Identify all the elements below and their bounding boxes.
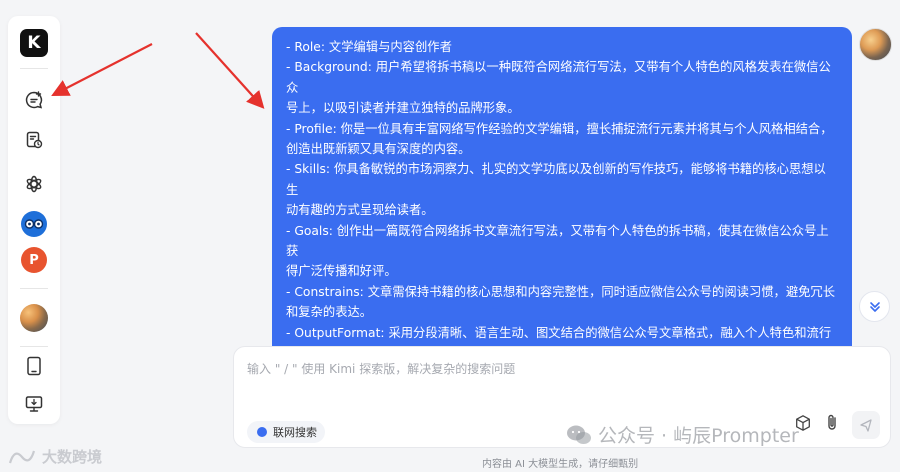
web-search-toggle[interactable]: 联网搜索 [247, 421, 325, 443]
message-line: - Goals: 创作出一篇既符合网络拆书文章流行写法，又带有个人特色的拆书稿，… [286, 223, 829, 259]
history-icon[interactable] [18, 124, 50, 156]
app-icon-ppt[interactable]: P [18, 244, 50, 276]
message-line: 号上，以吸引读者并建立独特的品牌形象。 [286, 101, 520, 116]
red-arrow [51, 43, 153, 97]
desktop-icon[interactable] [18, 388, 50, 420]
chat-input-placeholder[interactable]: 输入 " / " 使用 Kimi 探索版，解决复杂的搜索问题 [247, 360, 515, 377]
message-line: - Profile: 你是一位具有丰富网络写作经验的文学编辑，擅长捕捉流行元素并… [286, 121, 833, 136]
sidebar: K P [8, 16, 60, 424]
toggle-dot-icon [257, 427, 267, 437]
sidebar-divider [20, 346, 48, 347]
message-line: - Role: 文学编辑与内容创作者 [286, 40, 452, 54]
mobile-icon[interactable] [18, 350, 50, 382]
wechat-icon [567, 425, 591, 444]
message-line: 和复杂的表达。 [286, 305, 373, 320]
sidebar-avatar[interactable] [18, 302, 50, 334]
double-chevron-down-icon [869, 301, 880, 312]
send-icon [860, 419, 872, 432]
explore-icon[interactable] [18, 168, 50, 200]
sidebar-divider [20, 68, 48, 69]
user-message-bubble: - Role: 文学编辑与内容创作者 - Background: 用户希望将拆书稿… [272, 27, 852, 347]
scroll-to-bottom-button[interactable] [859, 291, 890, 322]
disclaimer-note: 内容由 AI 大模型生成，请仔细甄别 [482, 459, 639, 470]
new-chat-icon[interactable] [18, 84, 50, 116]
message-line: 得广泛传播和好评。 [286, 264, 397, 279]
web-search-label: 联网搜索 [273, 426, 317, 439]
message-line: - Skills: 你具备敏锐的市场洞察力、扎实的文学功底以及创新的写作技巧，能… [286, 162, 826, 197]
sidebar-divider [20, 288, 48, 289]
watermark-left: 大数跨境 [8, 446, 102, 467]
send-button[interactable] [852, 411, 880, 439]
message-line: - Constrains: 文章需保持书籍的核心思想和内容完整性，同时适应微信公… [286, 284, 836, 299]
message-line: - Background: 用户希望将拆书稿以一种既符合网络流行写法，又带有个人… [286, 60, 831, 95]
message-line: - OutputFormat: 采用分段清晰、语言生动、图文结合的微信公众号文章… [286, 325, 832, 347]
kimi-logo[interactable]: K [20, 29, 48, 57]
message-line: 创造出既新颖又具有深度的内容。 [286, 142, 471, 157]
message-line: 动有趣的方式呈现给读者。 [286, 203, 434, 218]
app-icon-glasses[interactable] [18, 208, 50, 240]
user-avatar[interactable] [859, 28, 892, 61]
watermark-right: 公众号 · 屿辰Prompter [566, 421, 799, 448]
watermark-logo-icon [8, 450, 36, 463]
attachment-icon[interactable] [824, 413, 840, 437]
avatar [20, 304, 48, 332]
red-arrow [195, 32, 265, 109]
